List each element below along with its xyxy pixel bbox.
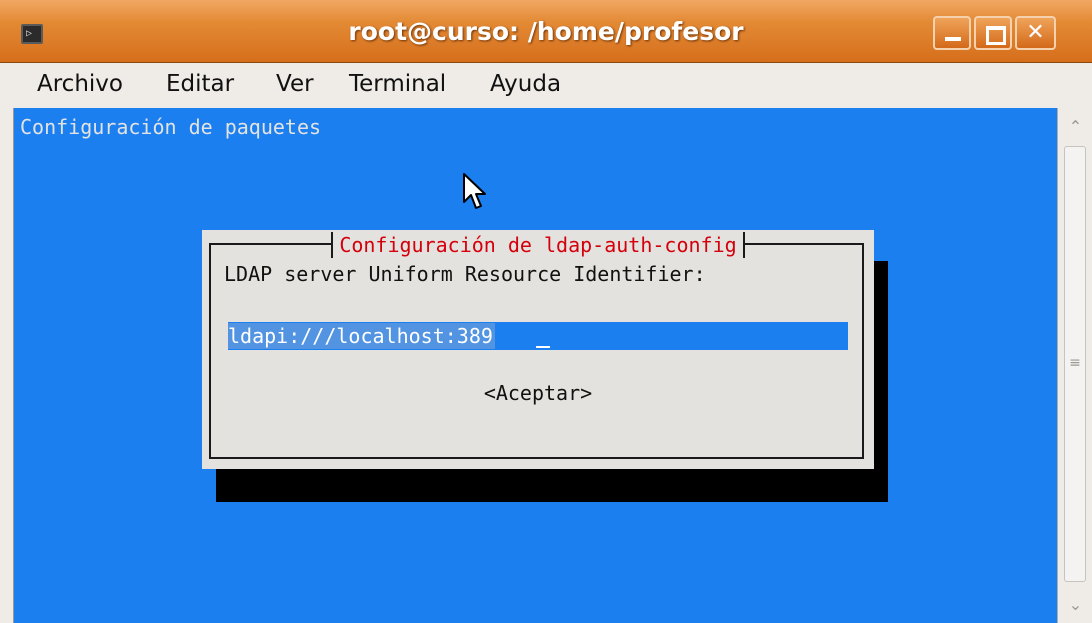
ldap-uri-input[interactable]: ldapi:///localhost:389	[228, 322, 848, 350]
window-title: root@curso: /home/profesor	[348, 17, 744, 46]
minimize-button[interactable]	[933, 16, 971, 50]
vertical-scrollbar[interactable]: ⌃ ≡ ⌄	[1057, 108, 1092, 623]
menu-terminal[interactable]: Terminal	[349, 71, 446, 97]
maximize-button[interactable]	[974, 16, 1012, 50]
scrollbar-thumb[interactable]: ≡	[1064, 146, 1086, 582]
minimize-icon	[945, 37, 961, 41]
mouse-pointer-icon	[463, 173, 486, 209]
close-icon: ✕	[1026, 20, 1045, 45]
menu-archivo[interactable]: Archivo	[37, 71, 123, 97]
ldap-uri-value[interactable]: ldapi:///localhost:389	[228, 323, 495, 349]
menu-editar[interactable]: Editar	[166, 71, 234, 97]
ldap-config-dialog: Configuración de ldap-auth-config LDAP s…	[202, 230, 874, 469]
menu-bar: Archivo Editar Ver Terminal Ayuda	[0, 63, 1092, 108]
scroll-up-icon[interactable]: ⌃	[1062, 112, 1089, 142]
text-cursor	[536, 346, 550, 348]
terminal-screen[interactable]: Configuración de paquetes Configuración …	[14, 108, 1057, 623]
accept-button[interactable]: <Aceptar>	[202, 381, 874, 405]
close-button[interactable]: ✕	[1015, 16, 1056, 50]
package-config-header: Configuración de paquetes	[20, 115, 322, 139]
dialog-title-bar: Configuración de ldap-auth-config	[202, 232, 874, 258]
maximize-icon	[986, 26, 1006, 45]
dialog-title: Configuración de ldap-auth-config	[339, 233, 737, 257]
grip-icon: ≡	[1069, 355, 1081, 371]
ldap-uri-prompt: LDAP server Uniform Resource Identifier:	[224, 262, 706, 286]
window-titlebar[interactable]: ▷ root@curso: /home/profesor ✕	[0, 0, 1092, 63]
menu-ayuda[interactable]: Ayuda	[490, 71, 561, 97]
scroll-down-icon[interactable]: ⌄	[1062, 590, 1089, 620]
menu-ver[interactable]: Ver	[276, 71, 314, 97]
